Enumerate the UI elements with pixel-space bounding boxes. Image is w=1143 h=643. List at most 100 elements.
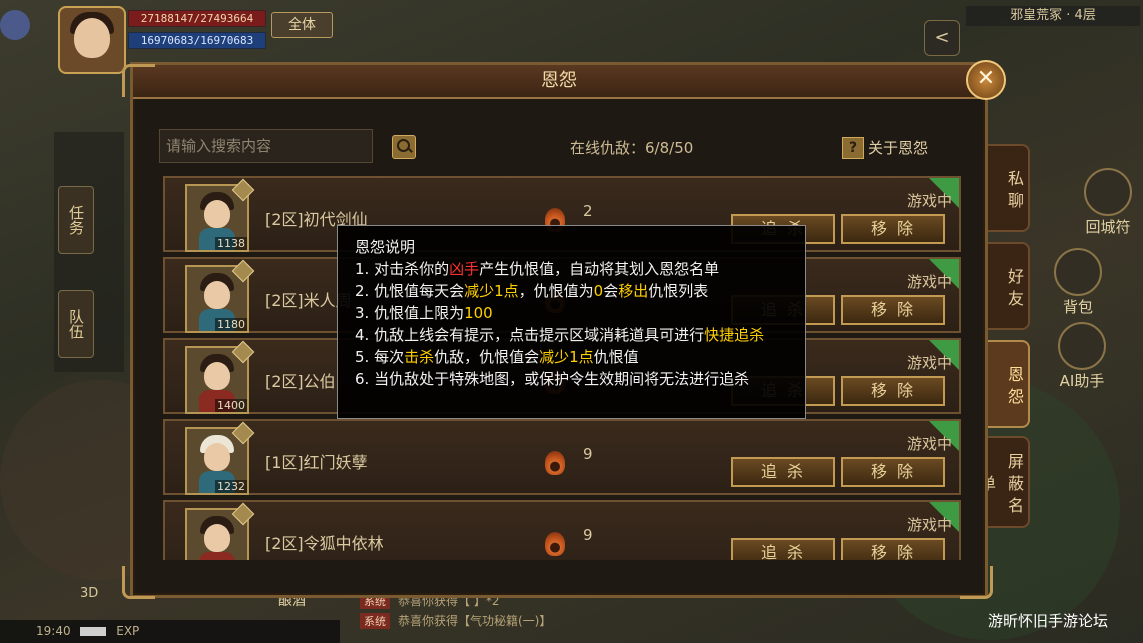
search-input[interactable] bbox=[159, 129, 373, 163]
tooltip-line-3: 3. 仇恨值上限为100 bbox=[355, 302, 788, 324]
enemy-name: [2区]公伯 bbox=[265, 372, 336, 391]
chase-button[interactable]: 追杀 bbox=[731, 457, 835, 487]
tab-private-chat[interactable]: 私聊 bbox=[988, 144, 1030, 232]
portrait-face bbox=[204, 362, 230, 390]
exp-label: EXP bbox=[116, 624, 140, 638]
portrait-face bbox=[204, 443, 230, 471]
ai-assistant-icon bbox=[1058, 322, 1106, 370]
tooltip-line-1: 1. 对击杀你的凶手产生仇恨值，自动将其划入恩怨名单 bbox=[355, 258, 788, 280]
highlight: 移出 bbox=[618, 282, 649, 300]
remove-button[interactable]: 移除 bbox=[841, 214, 945, 244]
ai-assistant-button[interactable]: AI助手 bbox=[1050, 322, 1114, 391]
remove-button[interactable]: 移除 bbox=[841, 538, 945, 560]
pk-mode-button[interactable]: 全体 bbox=[271, 12, 333, 38]
enemy-name: [1区]红门妖孽 bbox=[265, 453, 368, 472]
highlight: 100 bbox=[464, 304, 493, 322]
remove-button[interactable]: 移除 bbox=[841, 457, 945, 487]
logo-icon[interactable] bbox=[0, 10, 30, 40]
corner-ornament bbox=[122, 64, 155, 97]
bag-icon bbox=[1054, 248, 1102, 296]
hate-fire-icon bbox=[545, 451, 565, 475]
highlight: 减少1点 bbox=[539, 348, 594, 366]
text: 2. 仇恨值每天会 bbox=[355, 282, 465, 300]
enemy-level: 1180 bbox=[215, 318, 247, 331]
portrait-face bbox=[204, 200, 230, 228]
highlight: 击杀 bbox=[404, 348, 435, 366]
hate-value: 2 bbox=[583, 202, 593, 220]
status-label: 游戏中 bbox=[907, 516, 953, 534]
tooltip-line-5: 5. 每次击杀仇敌，仇恨值会减少1点仇恨值 bbox=[355, 346, 788, 368]
tooltip-line-2: 2. 仇恨值每天会减少1点，仇恨值为0会移出仇恨列表 bbox=[355, 280, 788, 302]
enemy-level: 1138 bbox=[215, 237, 247, 250]
watermark: 游昕怀旧手游论坛 bbox=[988, 612, 1109, 630]
view-3d-button[interactable]: 3D bbox=[80, 586, 98, 601]
about-grudges-link[interactable]: 关于恩怨 bbox=[868, 137, 928, 158]
tab-friends[interactable]: 好友 bbox=[988, 242, 1030, 330]
remove-button[interactable]: 移除 bbox=[841, 295, 945, 325]
online-enemy-count: 在线仇敌：6/8/50 bbox=[570, 139, 694, 157]
highlight: 凶手 bbox=[449, 260, 480, 278]
portrait-face bbox=[204, 524, 230, 552]
enemy-name: [2区]令狐中依林 bbox=[265, 534, 384, 553]
text: 5. 每次 bbox=[355, 348, 405, 366]
text: 仇恨列表 bbox=[648, 282, 709, 300]
status-bar: 19:40 EXP bbox=[0, 620, 340, 643]
enemy-row[interactable]: 1232 [1区]红门妖孽 9 游戏中 追杀 移除 bbox=[163, 419, 961, 495]
tab-grudges[interactable]: 恩怨 bbox=[988, 340, 1030, 428]
return-city-button[interactable]: 回城符 bbox=[1076, 168, 1140, 237]
chase-button[interactable]: 追杀 bbox=[731, 538, 835, 560]
player-avatar[interactable] bbox=[58, 6, 126, 74]
status-label: 游戏中 bbox=[907, 273, 953, 291]
close-icon[interactable]: ✕ bbox=[966, 60, 1006, 100]
mp-bar: 16970683/16970683 bbox=[128, 32, 266, 49]
status-label: 游戏中 bbox=[907, 192, 953, 210]
corner-ornament bbox=[960, 566, 993, 599]
help-icon[interactable]: ? bbox=[842, 137, 864, 159]
enemy-row[interactable]: [2区]令狐中依林 9 游戏中 追杀 移除 bbox=[163, 500, 961, 560]
text: 3. 仇恨值上限为 bbox=[355, 304, 465, 322]
hp-bar: 27188147/27493664 bbox=[128, 10, 266, 27]
remove-button[interactable]: 移除 bbox=[841, 376, 945, 406]
map-name: 邪皇荒冢 · 4层 bbox=[966, 6, 1140, 26]
text: 产生仇恨值，自动将其划入恩怨名单 bbox=[479, 260, 720, 278]
text: 仇敌，仇恨值会 bbox=[434, 348, 540, 366]
task-tab[interactable]: 任务 bbox=[58, 186, 94, 254]
avatar-face bbox=[74, 18, 110, 58]
back-arrow-icon[interactable]: < bbox=[924, 20, 960, 56]
chat-text: 恭喜你获得【气功秘籍(一)】 bbox=[398, 614, 552, 628]
bag-button[interactable]: 背包 bbox=[1046, 248, 1110, 317]
portrait-face bbox=[204, 281, 230, 309]
status-label: 游戏中 bbox=[907, 354, 953, 372]
highlight: 快捷追杀 bbox=[704, 326, 765, 344]
hate-value: 9 bbox=[583, 445, 593, 463]
hate-value: 9 bbox=[583, 526, 593, 544]
bag-label: 背包 bbox=[1062, 298, 1093, 316]
tooltip-title: 恩怨说明 bbox=[355, 238, 416, 256]
portrait-body bbox=[199, 552, 235, 560]
hate-fire-icon bbox=[545, 532, 565, 556]
search-icon[interactable] bbox=[392, 135, 416, 159]
grudge-help-tooltip: 恩怨说明 1. 对击杀你的凶手产生仇恨值，自动将其划入恩怨名单 2. 仇恨值每天… bbox=[337, 225, 806, 419]
highlight: 0 bbox=[593, 282, 604, 300]
text: 4. 仇敌上线会有提示，点击提示区域消耗道具可进行 bbox=[355, 326, 705, 344]
chat-line: 系统 恭喜你获得【气功秘籍(一)】 bbox=[360, 612, 551, 629]
dialog-title: 恩怨 bbox=[541, 70, 577, 91]
highlight: 减少1点 bbox=[464, 282, 519, 300]
tab-blocklist[interactable]: 屏蔽名单 bbox=[977, 436, 1030, 528]
clock: 19:40 bbox=[36, 624, 71, 638]
text: 1. 对击杀你的 bbox=[355, 260, 450, 278]
battery-icon bbox=[80, 627, 107, 636]
corner-ornament bbox=[122, 566, 155, 599]
text: ，仇恨值为 bbox=[518, 282, 594, 300]
return-city-label: 回城符 bbox=[1085, 218, 1131, 236]
text: 仇恨值 bbox=[593, 348, 639, 366]
team-tab[interactable]: 队伍 bbox=[58, 290, 94, 358]
search-handle bbox=[407, 147, 413, 153]
tooltip-line-6: 6. 当仇敌处于特殊地图，或保护令生效期间将无法进行追杀 bbox=[355, 370, 750, 388]
dialog-title-bar: 恩怨 bbox=[133, 65, 985, 99]
text: 会 bbox=[603, 282, 619, 300]
chat-tag: 系统 bbox=[360, 613, 390, 629]
enemy-level: 1400 bbox=[215, 399, 247, 412]
status-label: 游戏中 bbox=[907, 435, 953, 453]
tooltip-line-4: 4. 仇敌上线会有提示，点击提示区域消耗道具可进行快捷追杀 bbox=[355, 324, 788, 346]
